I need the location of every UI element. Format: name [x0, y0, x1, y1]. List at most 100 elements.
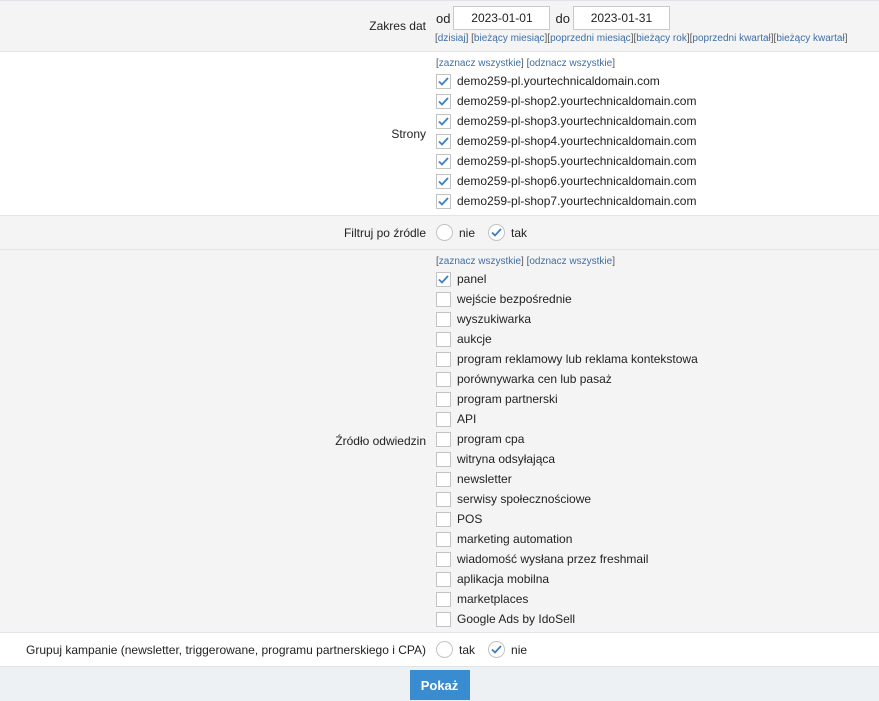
- date-from-input[interactable]: [453, 6, 551, 30]
- quick-date-link[interactable]: bieżący kwartał: [776, 33, 844, 44]
- source-checkbox[interactable]: [436, 611, 451, 627]
- group-campaigns-radio[interactable]: [488, 641, 506, 658]
- source-item[interactable]: marketplaces: [436, 589, 879, 609]
- shops-select-all-link[interactable]: zaznacz wszystkie: [439, 58, 521, 69]
- source-item[interactable]: aukcje: [436, 329, 879, 349]
- source-checkbox[interactable]: [436, 371, 451, 387]
- source-checkbox[interactable]: [436, 511, 451, 527]
- group-campaigns-option-label: tak: [459, 642, 476, 657]
- source-checkbox[interactable]: [436, 451, 451, 467]
- source-item-label: program reklamowy lub reklama kontekstow…: [457, 352, 698, 366]
- shop-checkbox[interactable]: [436, 173, 451, 189]
- source-item[interactable]: wyszukiwarka: [436, 309, 879, 329]
- source-checkbox[interactable]: [436, 271, 451, 287]
- shop-item[interactable]: demo259-pl-shop6.yourtechnicaldomain.com: [436, 171, 879, 191]
- source-item[interactable]: porównywarka cen lub pasaż: [436, 369, 879, 389]
- shop-item[interactable]: demo259-pl-shop3.yourtechnicaldomain.com: [436, 111, 879, 131]
- filter-source-radio[interactable]: [488, 224, 506, 241]
- source-checkbox[interactable]: [436, 351, 451, 367]
- quick-date-link[interactable]: dzisiaj: [438, 33, 466, 44]
- shop-item[interactable]: demo259-pl.yourtechnicaldomain.com: [436, 71, 879, 91]
- source-item[interactable]: API: [436, 409, 879, 429]
- group-campaigns-option[interactable]: nie: [488, 641, 527, 658]
- sources-toggle-links: [zaznacz wszystkie] [odznacz wszystkie]: [436, 256, 615, 267]
- shop-item[interactable]: demo259-pl-shop7.yourtechnicaldomain.com: [436, 191, 879, 211]
- source-checkbox[interactable]: [436, 591, 451, 607]
- group-campaigns-option-label: nie: [511, 642, 528, 657]
- source-item[interactable]: marketing automation: [436, 529, 879, 549]
- shop-item-label: demo259-pl-shop5.yourtechnicaldomain.com: [457, 154, 697, 168]
- source-item[interactable]: aplikacja mobilna: [436, 569, 879, 589]
- source-item-label: POS: [457, 512, 483, 526]
- source-item[interactable]: wiadomość wysłana przez freshmail: [436, 549, 879, 569]
- filter-source-option[interactable]: tak: [488, 224, 527, 241]
- source-checkbox[interactable]: [436, 291, 451, 307]
- date-to-input[interactable]: [572, 6, 670, 30]
- shops-row: Strony [zaznacz wszystkie] [odznacz wszy…: [0, 52, 879, 216]
- source-item[interactable]: program reklamowy lub reklama kontekstow…: [436, 349, 879, 369]
- shop-checkbox[interactable]: [436, 133, 451, 149]
- shop-item[interactable]: demo259-pl-shop5.yourtechnicaldomain.com: [436, 151, 879, 171]
- source-checkbox[interactable]: [436, 311, 451, 327]
- shop-item[interactable]: demo259-pl-shop4.yourtechnicaldomain.com: [436, 131, 879, 151]
- source-item[interactable]: program cpa: [436, 429, 879, 449]
- source-item-label: wejście bezpośrednie: [457, 292, 572, 306]
- source-item-label: Google Ads by IdoSell: [457, 612, 576, 626]
- group-campaigns-option[interactable]: tak: [436, 641, 475, 658]
- filter-source-option[interactable]: nie: [436, 224, 475, 241]
- shops-deselect-all-link[interactable]: odznacz wszystkie: [529, 58, 612, 69]
- group-campaigns-radios: tak nie: [436, 633, 879, 666]
- source-item[interactable]: Google Ads by IdoSell: [436, 609, 879, 629]
- quick-date-link[interactable]: poprzedni miesiąc: [550, 33, 631, 44]
- source-item-label: panel: [457, 272, 487, 286]
- quick-date-link[interactable]: bieżący rok: [636, 33, 687, 44]
- group-campaigns-row: Grupuj kampanie (newsletter, triggerowan…: [0, 633, 879, 667]
- source-item[interactable]: witryna odsyłająca: [436, 449, 879, 469]
- shop-checkbox[interactable]: [436, 193, 451, 209]
- source-checkbox[interactable]: [436, 571, 451, 587]
- source-item[interactable]: panel: [436, 269, 879, 289]
- source-item-label: program cpa: [457, 432, 525, 446]
- shops-label: Strony: [391, 126, 426, 141]
- source-item[interactable]: program partnerski: [436, 389, 879, 409]
- shop-checkbox[interactable]: [436, 73, 451, 89]
- shop-item[interactable]: demo259-pl-shop2.yourtechnicaldomain.com: [436, 91, 879, 111]
- shop-item-label: demo259-pl.yourtechnicaldomain.com: [457, 74, 660, 88]
- shop-item-label: demo259-pl-shop6.yourtechnicaldomain.com: [457, 174, 697, 188]
- filter-source-radio[interactable]: [436, 224, 453, 241]
- sources-deselect-all-link[interactable]: odznacz wszystkie: [529, 256, 612, 267]
- check-icon: [491, 645, 502, 654]
- sources-label: Źródło odwiedzin: [335, 434, 426, 448]
- source-checkbox[interactable]: [436, 531, 451, 547]
- check-icon: [438, 96, 449, 106]
- filter-source-radios: nie tak: [436, 216, 879, 249]
- source-item-label: wiadomość wysłana przez freshmail: [457, 552, 649, 566]
- show-button[interactable]: Pokaż: [409, 670, 470, 700]
- sources-select-all-link[interactable]: zaznacz wszystkie: [439, 256, 521, 267]
- source-item[interactable]: wejście bezpośrednie: [436, 289, 879, 309]
- source-checkbox[interactable]: [436, 491, 451, 507]
- quick-date-link[interactable]: poprzedni kwartał: [692, 33, 770, 44]
- shop-checkbox[interactable]: [436, 153, 451, 169]
- source-checkbox[interactable]: [436, 431, 451, 447]
- check-icon: [438, 156, 449, 166]
- source-item-label: wyszukiwarka: [457, 312, 532, 326]
- source-checkbox[interactable]: [436, 551, 451, 567]
- date-to-label: do: [555, 10, 570, 26]
- shop-checkbox[interactable]: [436, 93, 451, 109]
- group-campaigns-label: Grupuj kampanie (newsletter, triggerowan…: [26, 642, 426, 657]
- source-item[interactable]: POS: [436, 509, 879, 529]
- source-item-label: serwisy społecznościowe: [457, 492, 592, 506]
- group-campaigns-radio[interactable]: [436, 641, 453, 658]
- source-checkbox[interactable]: [436, 391, 451, 407]
- shop-checkbox[interactable]: [436, 113, 451, 129]
- source-item-label: marketplaces: [457, 592, 529, 606]
- quick-date-link[interactable]: bieżący miesiąc: [474, 33, 545, 44]
- source-checkbox[interactable]: [436, 411, 451, 427]
- source-item[interactable]: newsletter: [436, 469, 879, 489]
- source-item-label: aplikacja mobilna: [457, 572, 550, 586]
- source-item[interactable]: serwisy społecznościowe: [436, 489, 879, 509]
- shop-item-label: demo259-pl-shop4.yourtechnicaldomain.com: [457, 134, 697, 148]
- source-checkbox[interactable]: [436, 331, 451, 347]
- source-checkbox[interactable]: [436, 471, 451, 487]
